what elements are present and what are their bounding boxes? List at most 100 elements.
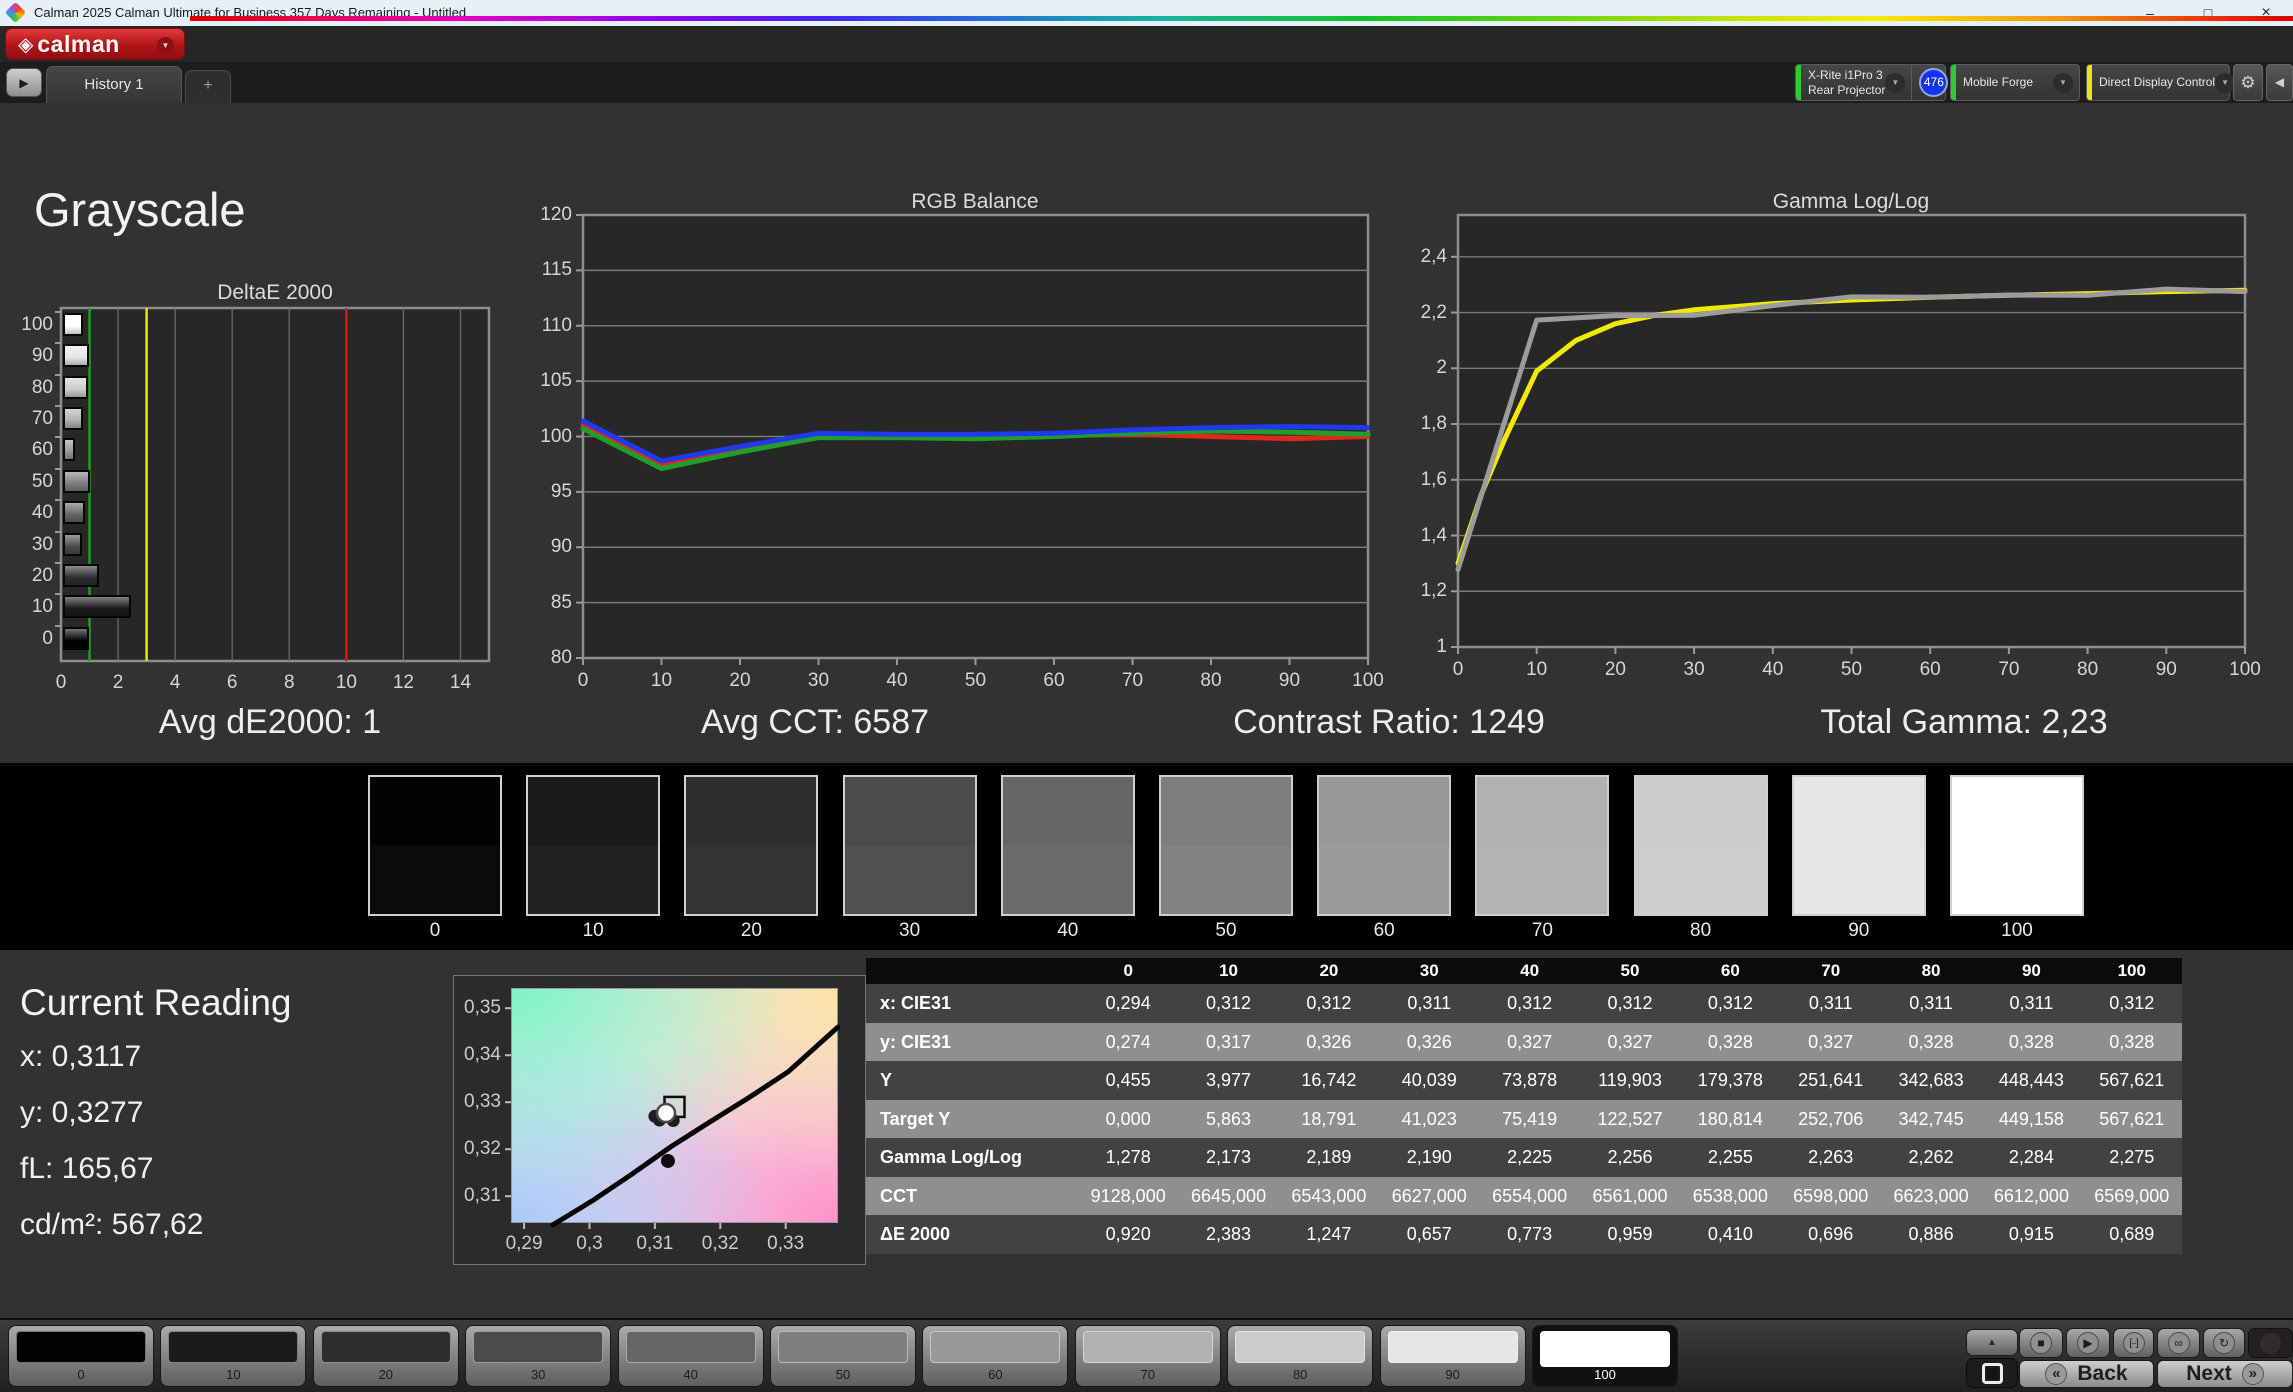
x-axis-label: 60 [1043, 670, 1064, 692]
table-cell: 0,326 [1379, 1023, 1479, 1062]
transport-refresh-button[interactable]: ↻ [2203, 1328, 2245, 1358]
table-row-label: x: CIE31 [866, 984, 1078, 1023]
transport-stop-button[interactable]: ■ [2019, 1328, 2063, 1358]
table-cell: 40,039 [1379, 1061, 1479, 1100]
table-row: Target Y0,0005,86318,79141,02375,419122,… [866, 1100, 2182, 1139]
tab-history-1[interactable]: History 1 [46, 66, 182, 103]
y-axis-label: 2,4 [1421, 246, 1447, 268]
run-button[interactable]: ▶ [6, 68, 42, 97]
chevron-down-icon[interactable]: ▼ [2053, 73, 2073, 93]
back-button[interactable]: « Back [2019, 1360, 2154, 1388]
table-cell: 180,814 [1680, 1100, 1780, 1139]
deltae-bar [63, 627, 89, 650]
table-header-cell: 10 [1178, 958, 1278, 984]
table-cell: 252,706 [1781, 1100, 1881, 1139]
table-cell: 2,189 [1279, 1138, 1379, 1177]
meter-count-badge[interactable]: 476 [1919, 68, 1948, 97]
transport-loop-button[interactable]: ∞ [2157, 1328, 2200, 1358]
pattern-level-label: 100 [1533, 1367, 1677, 1382]
grayscale-swatch [1950, 775, 2084, 916]
pattern-button-50[interactable]: 50 [770, 1325, 916, 1387]
deltae-bar [63, 376, 88, 399]
deltae-xtick-label: 14 [450, 672, 471, 694]
stat-avg-cct: Avg CCT: 6587 [701, 703, 929, 742]
chart-canvas [1458, 215, 2245, 647]
pattern-button-90[interactable]: 90 [1380, 1325, 1526, 1387]
table-cell: 0,312 [1580, 984, 1680, 1023]
cie-ytick-label: 0,33 [464, 1091, 501, 1113]
add-tab-button[interactable]: + [185, 70, 231, 103]
x-axis-label: 100 [1352, 670, 1384, 692]
display-control-dropdown[interactable]: Direct Display Control ▼ [2086, 64, 2230, 101]
chevron-down-icon[interactable]: ▼ [1885, 73, 1905, 93]
table-cell: 0,327 [1580, 1023, 1680, 1062]
grayscale-swatch [1792, 775, 1926, 916]
table-cell: 9128,000 [1078, 1177, 1178, 1216]
table-cell: 342,683 [1881, 1061, 1981, 1100]
pattern-button-10[interactable]: 10 [160, 1325, 306, 1387]
maximize-button[interactable]: □ [2186, 0, 2230, 26]
y-axis-label: 90 [551, 536, 572, 558]
table-cell: 0,312 [1279, 984, 1379, 1023]
deltae-ytick-label: 90 [32, 345, 53, 367]
pattern-button-40[interactable]: 40 [618, 1325, 764, 1387]
table-cell: 0,773 [1479, 1215, 1579, 1254]
x-axis-label: 10 [1526, 659, 1547, 681]
y-axis-label: 80 [551, 647, 572, 669]
chevron-left-icon: ◀ [2275, 75, 2284, 89]
pattern-level-label: 90 [1381, 1367, 1525, 1382]
table-cell: 0,327 [1781, 1023, 1881, 1062]
settings-gear-button[interactable]: ⚙ [2233, 64, 2263, 101]
table-cell: 567,621 [2082, 1061, 2182, 1100]
collapse-up-button[interactable]: ▲ [1966, 1329, 2018, 1356]
y-axis-label: 1,4 [1421, 525, 1447, 547]
table-header-cell: 100 [2082, 958, 2182, 984]
axis-tick [55, 531, 61, 533]
next-button[interactable]: Next » [2157, 1360, 2293, 1388]
pattern-button-20[interactable]: 20 [313, 1325, 459, 1387]
pattern-button-80[interactable]: 80 [1227, 1325, 1373, 1387]
pattern-button-30[interactable]: 30 [465, 1325, 611, 1387]
pattern-patch [778, 1331, 908, 1363]
reading-cdm2: cd/m²: 567,62 [20, 1208, 203, 1242]
back-label: Back [2077, 1362, 2127, 1386]
deltae-bar [63, 313, 83, 336]
grayscale-swatch [1317, 775, 1451, 916]
calman-logo[interactable]: ◈ calman ▼ [5, 28, 185, 60]
logo-menu-caret-icon[interactable]: ▼ [157, 37, 174, 54]
minimize-button[interactable]: – [2128, 0, 2172, 26]
chevrons-right-icon: » [2242, 1363, 2264, 1385]
pattern-button-60[interactable]: 60 [922, 1325, 1068, 1387]
transport-step-button[interactable]: [··] [2113, 1328, 2154, 1358]
table-cell: 0,886 [1881, 1215, 1981, 1254]
transport-play-button[interactable]: ▶ [2066, 1328, 2110, 1358]
source-dropdown[interactable]: Mobile Forge ▼ [1950, 64, 2080, 101]
pattern-level-label: 20 [314, 1367, 458, 1382]
record-button-disabled[interactable] [2248, 1328, 2293, 1358]
calman-logo-text: calman [37, 31, 119, 58]
cie-ytick-label: 0,35 [464, 997, 501, 1019]
pattern-button-0[interactable]: 0 [8, 1325, 154, 1387]
stop-pattern-button[interactable] [1966, 1358, 2018, 1388]
meter-dropdown[interactable]: X-Rite i1Pro 3 Rear Projector ▼ 476 [1795, 64, 1946, 101]
pattern-button-100[interactable]: 100 [1532, 1325, 1678, 1387]
x-axis-label: 0 [578, 670, 589, 692]
close-button[interactable]: × [2244, 0, 2288, 26]
table-header-cell: 0 [1078, 958, 1178, 984]
table-cell: 18,791 [1279, 1100, 1379, 1139]
reading-x: x: 0,3117 [20, 1040, 141, 1074]
reading-fl: fL: 165,67 [20, 1152, 153, 1186]
x-axis-label: 90 [1279, 670, 1300, 692]
collapse-panel-button[interactable]: ◀ [2266, 64, 2293, 101]
pattern-button-70[interactable]: 70 [1075, 1325, 1221, 1387]
table-header-cell: 20 [1279, 958, 1379, 984]
table-cell: 1,247 [1279, 1215, 1379, 1254]
table-cell: 6543,000 [1279, 1177, 1379, 1216]
table-cell: 0,317 [1178, 1023, 1278, 1062]
play-icon: ▶ [2077, 1332, 2099, 1354]
grayscale-swatch [843, 775, 977, 916]
deltae-xtick-label: 10 [336, 672, 357, 694]
x-axis-label: 50 [965, 670, 986, 692]
x-axis-label: 90 [2156, 659, 2177, 681]
gamma-chart-title: Gamma Log/Log [1773, 190, 1929, 214]
